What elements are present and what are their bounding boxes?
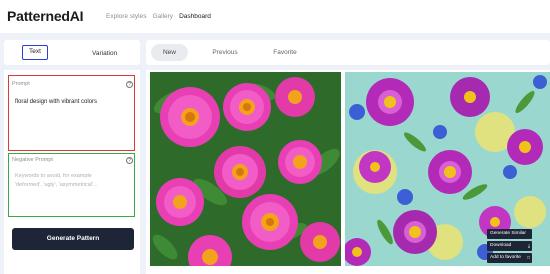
generate-similar-button[interactable]: Generate Similar (487, 229, 532, 239)
app-logo[interactable]: PatternedAI (7, 8, 84, 24)
negative-prompt-input[interactable]: Keywords to avoid, for example 'deformed… (15, 172, 115, 190)
tab-text[interactable]: Text (22, 45, 48, 60)
negative-prompt-field[interactable]: Negative Prompt ? Keywords to avoid, for… (8, 153, 135, 217)
prompt-field[interactable]: Prompt ? floral design with vibrant colo… (8, 75, 135, 151)
floral-pattern-image (150, 72, 341, 266)
prompt-label: Prompt (12, 81, 30, 87)
bookmark-icon: □ (527, 255, 530, 260)
tab-previous[interactable]: Previous (205, 44, 245, 61)
placeholder-line-2: 'deformed', 'ugly', 'asymmetrical'... (15, 182, 98, 188)
nav-gallery[interactable]: Gallery (152, 13, 173, 20)
nav-dashboard[interactable]: Dashboard (179, 13, 211, 20)
download-icon: ⤓ (528, 243, 530, 248)
nav-explore-styles[interactable]: Explore styles (106, 13, 146, 20)
top-bar: PatternedAI Explore styles Gallery Dashb… (0, 0, 550, 33)
help-circle-icon[interactable]: ? (126, 157, 133, 164)
help-circle-icon[interactable]: ? (126, 81, 133, 88)
generate-similar-label: Generate Similar (490, 231, 526, 236)
generate-pattern-button[interactable]: Generate Pattern (12, 228, 134, 250)
prompt-input[interactable]: floral design with vibrant colors (15, 99, 97, 105)
download-button[interactable]: Download ⤓ (487, 241, 532, 251)
download-label: Download (490, 243, 512, 248)
generated-image-1[interactable] (150, 72, 341, 266)
negative-prompt-label: Negative Prompt (12, 157, 53, 163)
placeholder-line-1: Keywords to avoid, for example (15, 173, 92, 179)
main-nav: Explore styles Gallery Dashboard (106, 13, 211, 20)
tab-favorite[interactable]: Favorite (266, 44, 304, 61)
add-to-favorite-button[interactable]: Add to favorite □ (487, 253, 532, 263)
tab-variation[interactable]: Variation (92, 50, 117, 57)
tab-new[interactable]: New (151, 44, 188, 61)
add-to-favorite-label: Add to favorite (490, 255, 521, 260)
